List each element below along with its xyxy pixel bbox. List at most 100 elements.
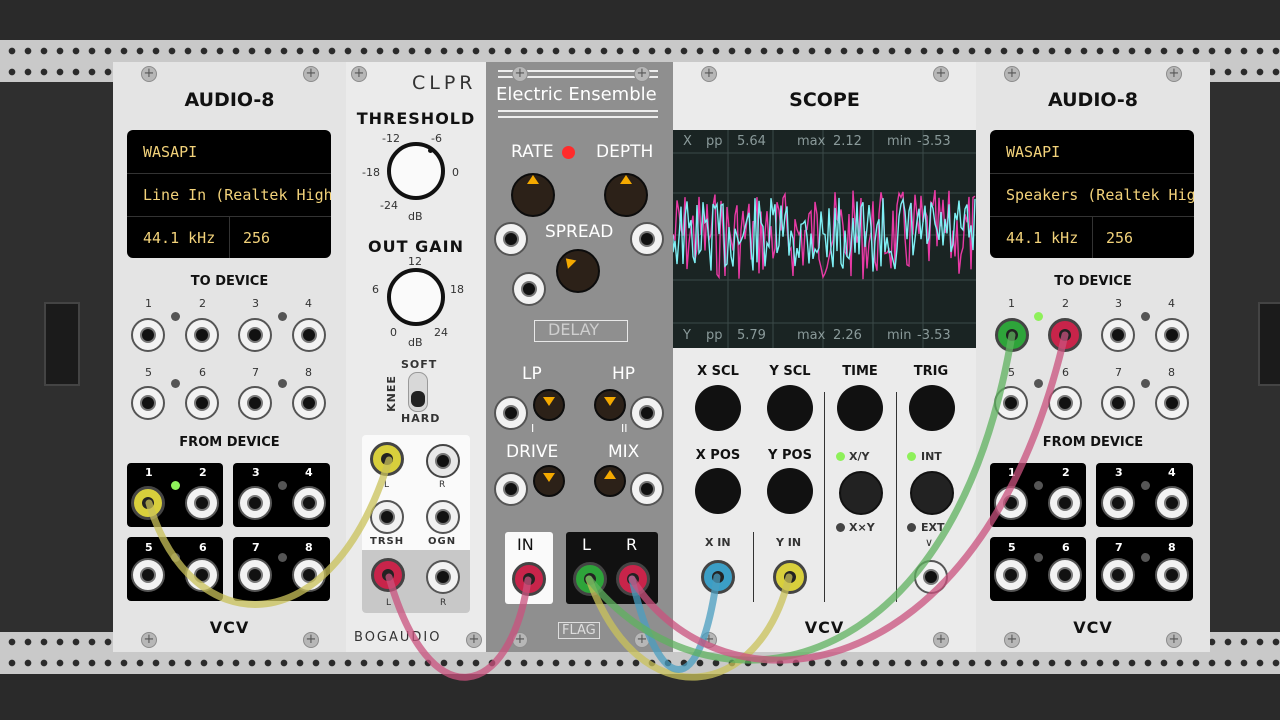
sample-rate-select[interactable]: 44.1 kHz: [143, 229, 215, 247]
to-device-jack-1[interactable]: [995, 318, 1029, 352]
spread-cv-jack[interactable]: [512, 272, 546, 306]
y-pos-knob[interactable]: [767, 468, 813, 514]
device-select[interactable]: Line In (Realtek High: [143, 186, 331, 204]
r-label: R: [439, 480, 446, 490]
driver-select[interactable]: WASAPI: [1006, 143, 1060, 161]
to-device-label: TO DEVICE: [1054, 274, 1132, 289]
from-device-jack-4[interactable]: [292, 486, 326, 520]
to-device-jack-6[interactable]: [1048, 386, 1082, 420]
block-size-select[interactable]: 256: [243, 229, 270, 247]
driver-select[interactable]: WASAPI: [143, 143, 197, 161]
from-device-jack-5[interactable]: [131, 558, 165, 592]
rate-cv-jack[interactable]: [494, 222, 528, 256]
spread-knob[interactable]: [556, 249, 600, 293]
clpr-out-l-jack[interactable]: [371, 558, 405, 592]
clpr-in-r-jack[interactable]: [426, 444, 460, 478]
from-device-jack-8[interactable]: [292, 558, 326, 592]
from-device-jack-1[interactable]: [131, 486, 165, 520]
trig-knob[interactable]: [909, 385, 955, 431]
from-device-jack-3[interactable]: [1101, 486, 1135, 520]
port-number: 8: [305, 366, 312, 379]
y-pp-label: pp: [706, 328, 723, 343]
to-device-jack-7[interactable]: [238, 386, 272, 420]
ext-label: EXT: [921, 521, 945, 534]
to-device-jack-6[interactable]: [185, 386, 219, 420]
x-max-label: max: [797, 134, 826, 149]
ext-trig-jack[interactable]: [914, 560, 948, 594]
to-device-jack-5[interactable]: [994, 386, 1028, 420]
screw-icon: +: [466, 632, 482, 648]
to-device-jack-3[interactable]: [1101, 318, 1135, 352]
scope-panel: + + + + SCOPE X pp 5.64 max 2.12 min -3.…: [673, 62, 976, 652]
threshold-label: THRESHOLD: [356, 109, 476, 128]
knee-switch[interactable]: [408, 372, 428, 412]
to-device-jack-2[interactable]: [185, 318, 219, 352]
from-device-jack-6[interactable]: [1048, 558, 1082, 592]
x-pos-knob[interactable]: [695, 468, 741, 514]
from-device-jack-1[interactable]: [994, 486, 1028, 520]
from-device-jack-7[interactable]: [238, 558, 272, 592]
clpr-in-l-jack[interactable]: [370, 442, 404, 476]
trsh-cv-jack[interactable]: [370, 500, 404, 534]
ogn-cv-jack[interactable]: [426, 500, 460, 534]
clpr-panel: + + CLPR THRESHOLD -12 -6 -18 0 -24 dB O…: [346, 62, 486, 652]
ensemble-out-r-jack[interactable]: [616, 562, 650, 596]
lp-cv-jack[interactable]: [494, 396, 528, 430]
to-device-jack-4[interactable]: [292, 318, 326, 352]
to-device-jack-4[interactable]: [1155, 318, 1189, 352]
ensemble-out-l-jack[interactable]: [573, 562, 607, 596]
to-device-jack-1[interactable]: [131, 318, 165, 352]
clpr-out-r-jack[interactable]: [426, 560, 460, 594]
x-max-value: 2.12: [833, 134, 862, 149]
sample-rate-select[interactable]: 44.1 kHz: [1006, 229, 1078, 247]
tick-label: 24: [434, 326, 448, 339]
vcv-logo: VCV: [1073, 618, 1113, 637]
from-device-jack-2[interactable]: [1048, 486, 1082, 520]
rate-led: [562, 146, 575, 159]
y-scl-knob[interactable]: [767, 385, 813, 431]
port-number: 4: [1168, 297, 1175, 310]
to-device-jack-2[interactable]: [1048, 318, 1082, 352]
to-device-jack-8[interactable]: [1155, 386, 1189, 420]
xy-mode-button[interactable]: [839, 471, 883, 515]
trig-mode-button[interactable]: [910, 471, 954, 515]
audio-display[interactable]: WASAPI Line In (Realtek High 44.1 kHz 25…: [127, 130, 331, 258]
port-number: 1: [145, 297, 152, 310]
out-gain-knob[interactable]: [387, 268, 445, 326]
tick-label: 0: [452, 166, 459, 179]
vcv-logo: VCV: [209, 618, 250, 637]
port-number: 6: [1062, 541, 1070, 554]
tick-label: 12: [408, 255, 422, 268]
hp-cv-jack[interactable]: [630, 396, 664, 430]
audio-display[interactable]: WASAPI Speakers (Realtek Hig 44.1 kHz 25…: [990, 130, 1194, 258]
to-device-jack-8[interactable]: [292, 386, 326, 420]
status-led: [1034, 379, 1043, 388]
ensemble-in-jack[interactable]: [512, 562, 546, 596]
block-size-select[interactable]: 256: [1106, 229, 1133, 247]
from-device-jack-7[interactable]: [1101, 558, 1135, 592]
port-number: 3: [252, 297, 259, 310]
to-device-jack-5[interactable]: [131, 386, 165, 420]
from-device-jack-2[interactable]: [185, 486, 219, 520]
module-title: AUDIO-8: [184, 89, 275, 111]
x-in-jack[interactable]: [701, 560, 735, 594]
y-in-jack[interactable]: [773, 560, 807, 594]
tick-label: 6: [372, 283, 379, 296]
depth-cv-jack[interactable]: [630, 222, 664, 256]
time-knob[interactable]: [837, 385, 883, 431]
status-led: [171, 481, 180, 490]
from-device-jack-5[interactable]: [994, 558, 1028, 592]
hp-label: HP: [612, 364, 636, 384]
from-device-jack-6[interactable]: [185, 558, 219, 592]
from-device-jack-3[interactable]: [238, 486, 272, 520]
x-scl-knob[interactable]: [695, 385, 741, 431]
from-device-jack-8[interactable]: [1155, 558, 1189, 592]
to-device-jack-7[interactable]: [1101, 386, 1135, 420]
status-led: [278, 312, 287, 321]
from-device-jack-4[interactable]: [1155, 486, 1189, 520]
to-device-jack-3[interactable]: [238, 318, 272, 352]
drive-cv-jack[interactable]: [494, 472, 528, 506]
mix-cv-jack[interactable]: [630, 472, 664, 506]
threshold-knob[interactable]: [387, 142, 445, 200]
device-select[interactable]: Speakers (Realtek Hig: [1006, 186, 1194, 204]
